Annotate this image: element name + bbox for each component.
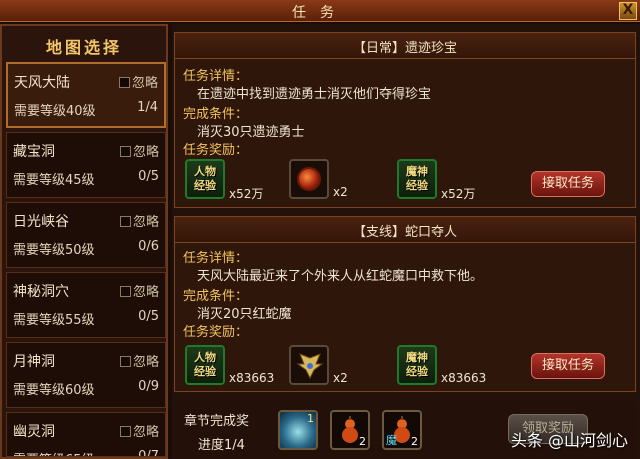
quest-condition: 消灭20只红蛇魔	[197, 307, 292, 322]
map-item-tianfeng[interactable]: 天风大陆 忽略 需要等级40级 1/4	[6, 62, 166, 128]
quest-card-side: 【支线】蛇口夺人 任务详情： 天风大陆最近来了个外来人从红蛇魔口中救下他。 完成…	[174, 216, 636, 392]
reward-label: 任务奖励：	[183, 143, 249, 158]
map-item-shenmi[interactable]: 神秘洞穴 忽略 需要等级55级 0/5	[6, 272, 166, 338]
quest-detail: 天风大陆最近来了个外来人从红蛇魔口中救下他。	[197, 269, 484, 284]
level-requirement: 需要等级40级	[14, 104, 96, 119]
map-name: 月神洞	[13, 354, 55, 370]
detail-label: 任务详情：	[183, 251, 249, 266]
ignore-checkbox[interactable]: 忽略	[119, 281, 159, 300]
map-item-cangbao[interactable]: 藏宝洞 忽略 需要等级45级 0/5	[6, 132, 166, 198]
quest-title: 【支线】蛇口夺人	[175, 217, 635, 243]
character-exp-reward-icon[interactable]: 人物 经验	[185, 159, 225, 199]
reward-qty: x83663	[229, 371, 275, 385]
gem-reward-icon[interactable]	[289, 159, 329, 199]
level-requirement: 需要等级50级	[13, 243, 95, 258]
quest-panel: 【日常】遗迹珍宝 任务详情： 在遗迹中找到遗迹勇士消灭他们夺得珍宝 完成条件： …	[172, 24, 640, 459]
window-title: 任务	[292, 5, 348, 21]
map-progress: 0/5	[138, 309, 159, 324]
map-progress: 0/5	[138, 169, 159, 184]
ignore-checkbox[interactable]: 忽略	[119, 421, 159, 440]
chapter-reward-label: 章节完成奖	[184, 414, 250, 429]
gourd-demon-reward-icon[interactable]: 魔 2	[382, 410, 422, 450]
ignore-checkbox[interactable]: 忽略	[118, 72, 158, 91]
level-requirement: 需要等级45级	[13, 173, 95, 188]
reward-qty: x52万	[441, 187, 476, 201]
reward-label: 任务奖励：	[183, 325, 249, 340]
chapter-progress: 进度1/4	[198, 438, 245, 453]
map-select-panel: 地图选择 天风大陆 忽略 需要等级40级 1/4 藏宝洞 忽略 需要等级45级 …	[0, 24, 168, 459]
quest-detail: 在遗迹中找到遗迹勇士消灭他们夺得珍宝	[197, 87, 432, 102]
reward-qty: x2	[333, 185, 348, 199]
map-name: 幽灵洞	[13, 424, 55, 440]
map-name: 天风大陆	[14, 75, 70, 91]
checkbox-icon[interactable]	[119, 146, 131, 157]
reward-qty: x52万	[229, 187, 264, 201]
quest-title: 【日常】遗迹珍宝	[175, 33, 635, 59]
map-progress: 1/4	[137, 100, 158, 115]
ignore-checkbox[interactable]: 忽略	[119, 141, 159, 160]
checkbox-icon[interactable]	[119, 356, 131, 367]
level-requirement: 需要等级55级	[13, 313, 95, 328]
checkbox-icon[interactable]	[119, 216, 131, 227]
map-item-youling[interactable]: 幽灵洞 忽略 需要等级65级 0/7	[6, 412, 166, 457]
accept-quest-button[interactable]: 接取任务	[531, 171, 605, 197]
map-item-yueshen[interactable]: 月神洞 忽略 需要等级60级 0/9	[6, 342, 166, 408]
crystal-reward-icon[interactable]: 1	[278, 410, 318, 450]
gourd-reward-icon[interactable]: 2	[330, 410, 370, 450]
map-name: 神秘洞穴	[13, 284, 69, 300]
condition-label: 完成条件：	[183, 107, 249, 122]
quest-condition: 消灭30只遗迹勇士	[197, 125, 305, 140]
map-progress: 0/6	[138, 239, 159, 254]
detail-label: 任务详情：	[183, 69, 249, 84]
level-requirement: 需要等级60级	[13, 383, 95, 398]
map-name: 日光峡谷	[13, 214, 69, 230]
demon-exp-reward-icon[interactable]: 魔神 经验	[397, 345, 437, 385]
reward-qty: x83663	[441, 371, 487, 385]
checkbox-icon[interactable]	[119, 286, 131, 297]
ignore-checkbox[interactable]: 忽略	[119, 211, 159, 230]
map-select-heading: 地图选择	[45, 38, 122, 57]
character-exp-reward-icon[interactable]: 人物 经验	[185, 345, 225, 385]
map-progress: 0/9	[138, 379, 159, 394]
condition-label: 完成条件：	[183, 289, 249, 304]
quest-card-daily: 【日常】遗迹珍宝 任务详情： 在遗迹中找到遗迹勇士消灭他们夺得珍宝 完成条件： …	[174, 32, 636, 208]
wing-emblem-reward-icon[interactable]	[289, 345, 329, 385]
close-button[interactable]: X	[619, 2, 637, 20]
watermark: 头条 @山河剑心	[510, 431, 628, 450]
map-name: 藏宝洞	[13, 144, 55, 160]
demon-exp-reward-icon[interactable]: 魔神 经验	[397, 159, 437, 199]
level-requirement: 需要等级65级	[13, 449, 95, 456]
map-progress: 0/7	[138, 449, 159, 457]
title-bar: 任务 X	[0, 0, 640, 22]
checkbox-icon[interactable]	[118, 77, 130, 88]
checkbox-icon[interactable]	[119, 426, 131, 437]
accept-quest-button[interactable]: 接取任务	[531, 353, 605, 379]
map-item-riguang[interactable]: 日光峡谷 忽略 需要等级50级 0/6	[6, 202, 166, 268]
ignore-checkbox[interactable]: 忽略	[119, 351, 159, 370]
reward-qty: x2	[333, 371, 348, 385]
